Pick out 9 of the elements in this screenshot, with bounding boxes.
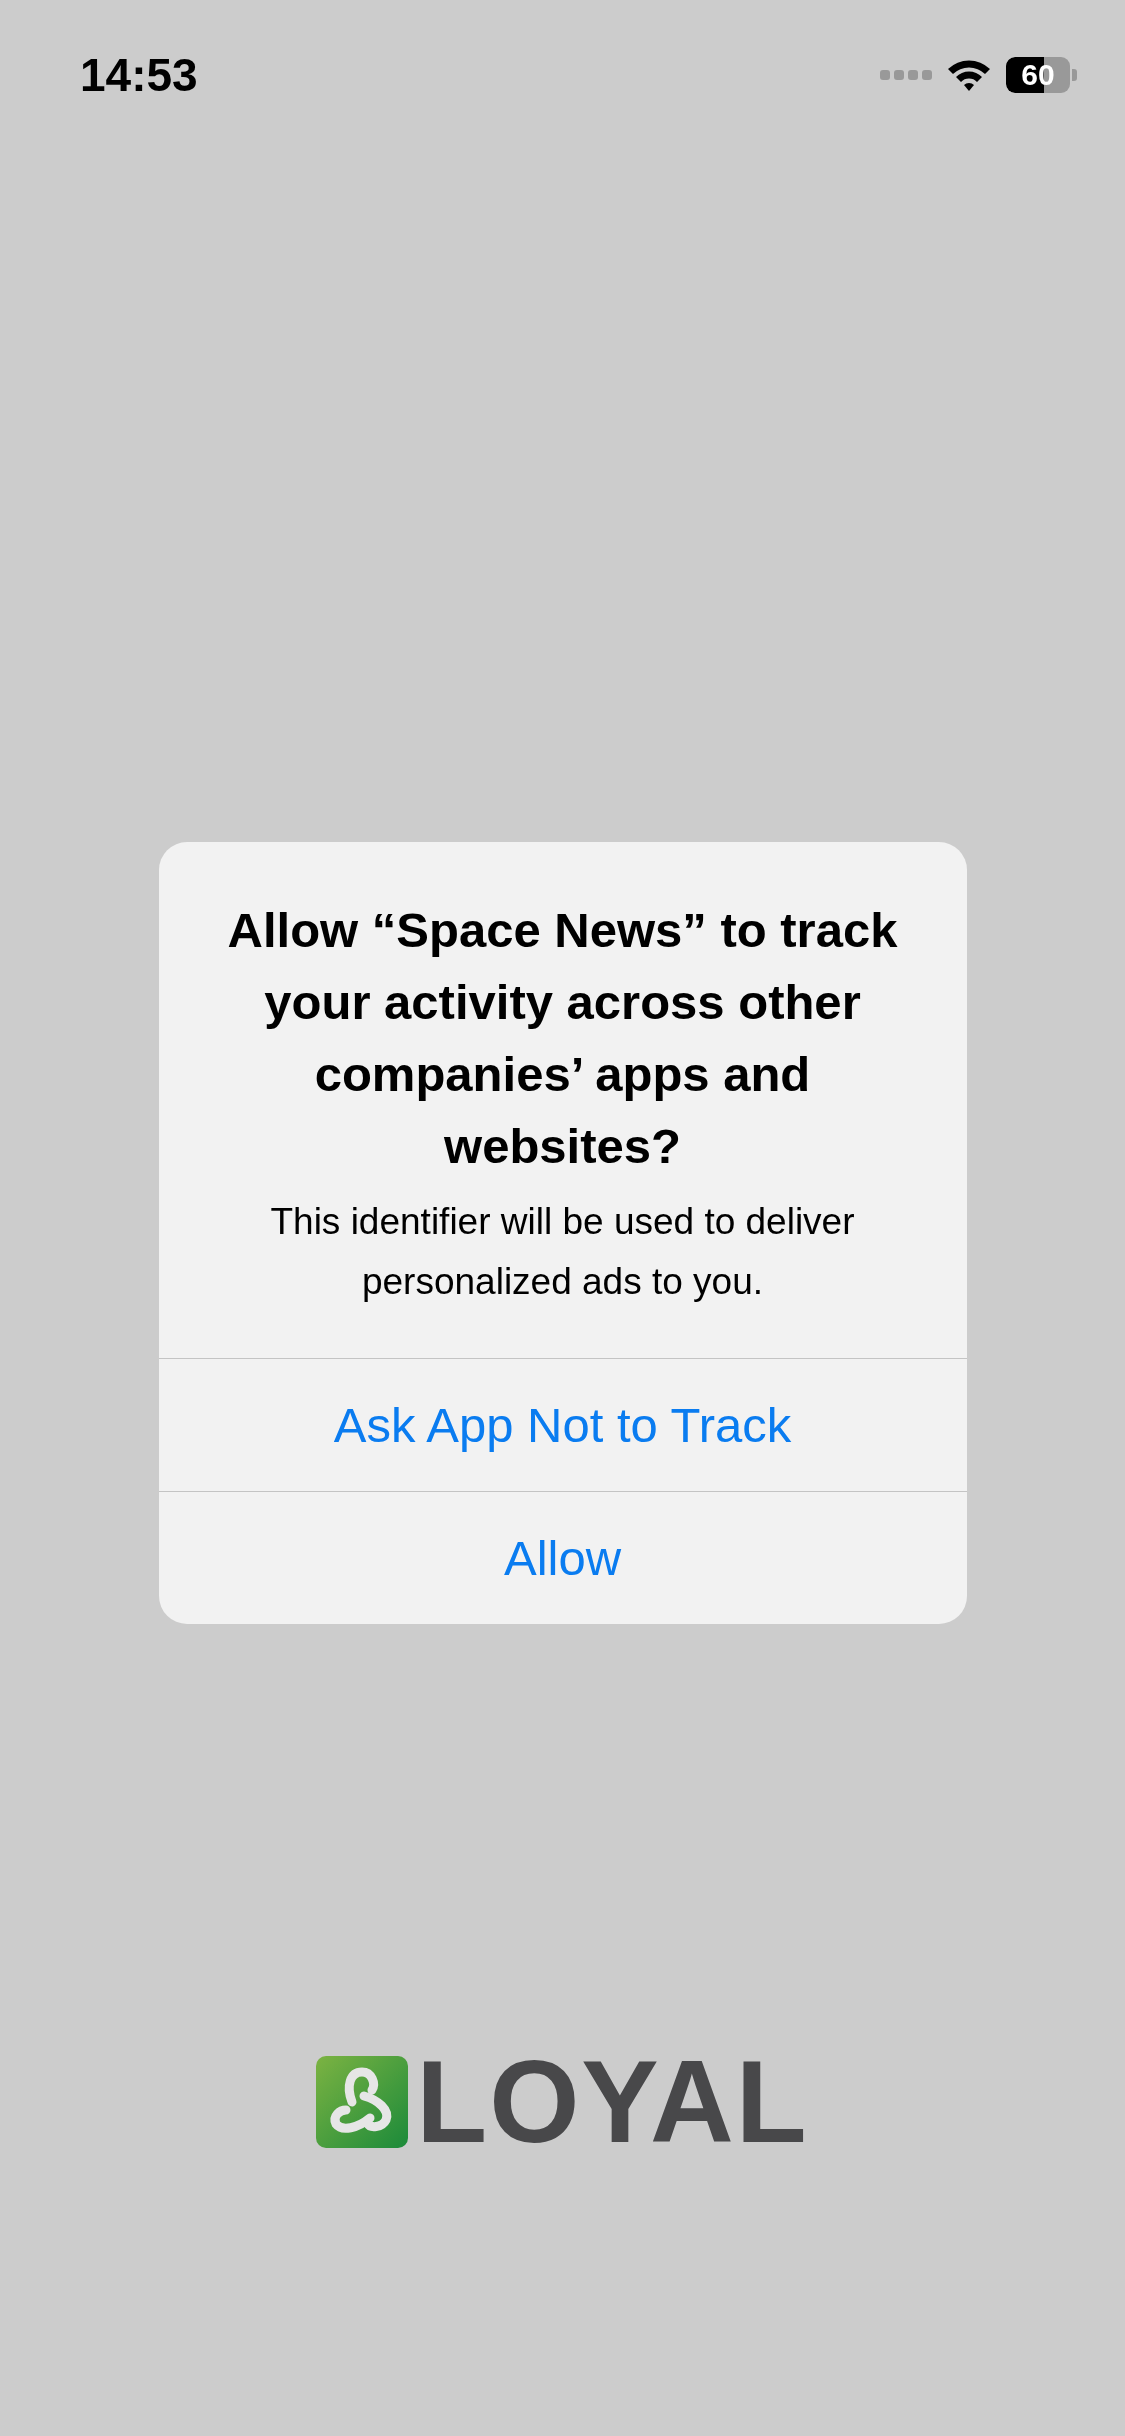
signal-icon	[880, 68, 932, 82]
alert-title: Allow “Space News” to track your activity across other companies’ apps and websites?	[226, 902, 899, 1175]
alert-button[interactable]: Allow	[158, 1491, 967, 1624]
logo-text: LOYAL	[416, 2044, 809, 2160]
alert-button[interactable]: Ask App Not to Track	[158, 1358, 967, 1491]
status-time: 14:53	[80, 48, 198, 102]
logo-icon	[316, 2056, 409, 2148]
alert-message: This identifier will be used to deliver personalized ads to you.	[269, 1200, 856, 1304]
wifi-icon	[946, 58, 992, 92]
